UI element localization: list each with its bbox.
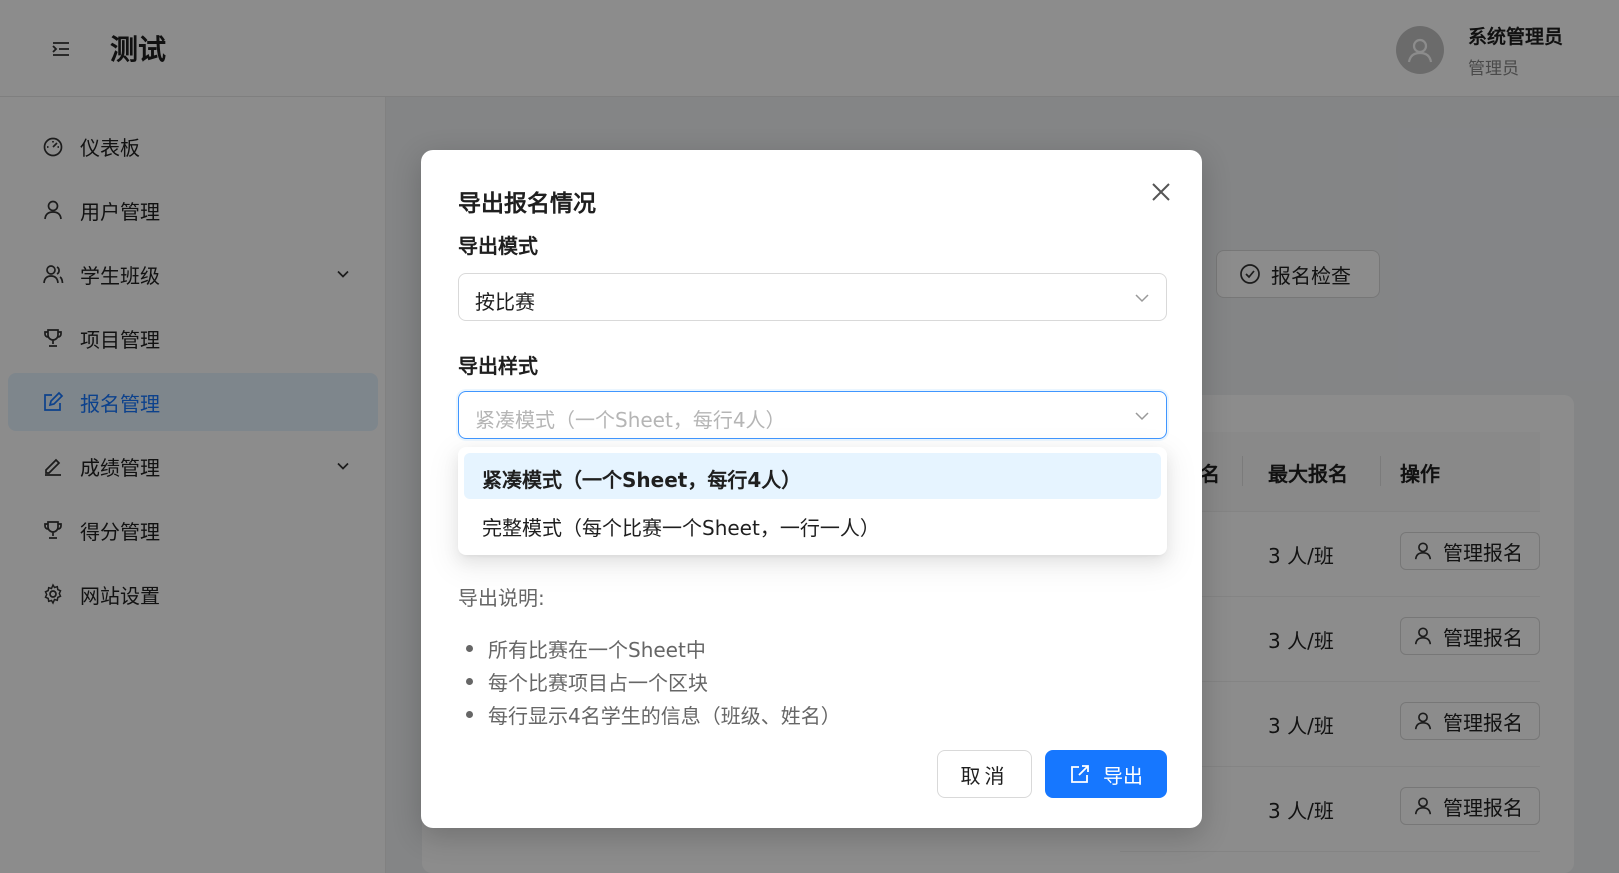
- chevron-down-icon: [1135, 412, 1149, 421]
- dropdown-option-compact[interactable]: 紧凑模式（一个Sheet，每行4人）: [464, 453, 1161, 499]
- export-description-list: 所有比赛在一个Sheet中 每个比赛项目占一个区块 每行显示4名学生的信息（班级…: [458, 634, 841, 733]
- close-icon[interactable]: [1149, 180, 1173, 204]
- list-item: 每行显示4名学生的信息（班级、姓名）: [458, 700, 841, 733]
- modal-title: 导出报名情况: [458, 191, 596, 217]
- option-label: 完整模式（每个比赛一个Sheet，一行一人）: [482, 516, 880, 540]
- export-style-label: 导出样式: [458, 354, 538, 378]
- export-mode-value: 按比赛: [475, 290, 535, 314]
- export-button[interactable]: 导出: [1045, 750, 1167, 798]
- export-button-label: 导出: [1103, 763, 1143, 788]
- export-style-dropdown: 紧凑模式（一个Sheet，每行4人） 完整模式（每个比赛一个Sheet，一行一人…: [458, 447, 1167, 555]
- cancel-button[interactable]: 取消: [937, 750, 1032, 798]
- list-item: 每个比赛项目占一个区块: [458, 667, 841, 700]
- export-description-title: 导出说明:: [458, 586, 545, 610]
- export-style-select[interactable]: 紧凑模式（一个Sheet，每行4人）: [458, 391, 1167, 439]
- export-mode-select[interactable]: 按比赛: [458, 273, 1167, 321]
- dropdown-option-full[interactable]: 完整模式（每个比赛一个Sheet，一行一人）: [464, 501, 1161, 547]
- list-item: 所有比赛在一个Sheet中: [458, 634, 841, 667]
- export-mode-label: 导出模式: [458, 234, 538, 258]
- chevron-down-icon: [1135, 294, 1149, 303]
- option-label: 紧凑模式（一个Sheet，每行4人）: [482, 468, 802, 492]
- export-icon: [1071, 765, 1089, 783]
- export-modal: 导出报名情况 导出模式 按比赛 导出样式 紧凑模式（一个Sheet，每行4人） …: [421, 150, 1202, 828]
- export-style-value: 紧凑模式（一个Sheet，每行4人）: [475, 408, 786, 432]
